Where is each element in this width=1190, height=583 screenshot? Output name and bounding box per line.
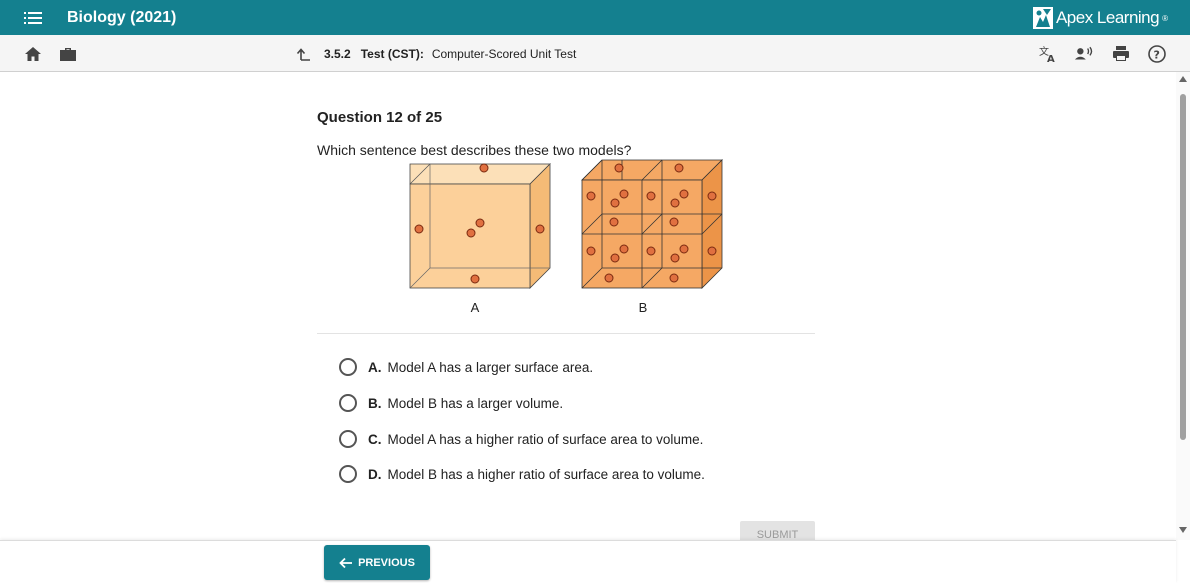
question-text: Which sentence best describes these two … bbox=[317, 142, 632, 158]
top-bar: Biology (2021) Apex Learning ® bbox=[0, 0, 1190, 35]
model-a-cube bbox=[409, 163, 551, 289]
course-title: Biology (2021) bbox=[67, 9, 177, 26]
arrow-left-icon bbox=[339, 557, 353, 568]
lesson-type: Test (CST): bbox=[360, 47, 424, 61]
up-arrow-icon[interactable] bbox=[296, 46, 312, 62]
brand-name: Apex Learning bbox=[1055, 8, 1160, 27]
apex-logo-icon bbox=[1032, 7, 1053, 29]
choice-letter: C. bbox=[368, 431, 382, 447]
previous-label: PREVIOUS bbox=[358, 556, 415, 569]
apex-learning-logo: Apex Learning ® bbox=[1032, 6, 1168, 30]
choice-letter: B. bbox=[368, 395, 382, 411]
model-b-label: B bbox=[639, 300, 648, 315]
activity-toolbar: 3.5.2 Test (CST): Computer-Scored Unit T… bbox=[0, 35, 1190, 72]
choice-text: Model B has a larger volume. bbox=[387, 395, 564, 411]
svg-text:?: ? bbox=[1154, 49, 1160, 62]
read-aloud-icon[interactable] bbox=[1074, 44, 1094, 64]
radio-button[interactable] bbox=[339, 430, 357, 448]
scrollbar[interactable] bbox=[1176, 72, 1190, 540]
menu-icon[interactable] bbox=[24, 11, 42, 25]
briefcase-icon[interactable] bbox=[58, 44, 78, 64]
choice-text: Model B has a higher ratio of surface ar… bbox=[387, 466, 705, 482]
choice-text: Model A has a higher ratio of surface ar… bbox=[387, 431, 704, 447]
previous-button[interactable]: PREVIOUS bbox=[324, 545, 430, 580]
model-b-cube bbox=[581, 159, 723, 289]
brand-mark: ® bbox=[1162, 13, 1168, 23]
home-icon[interactable] bbox=[23, 44, 43, 64]
model-a-label: A bbox=[471, 300, 480, 315]
scroll-thumb[interactable] bbox=[1180, 94, 1186, 440]
help-icon[interactable]: ? bbox=[1147, 44, 1167, 64]
lesson-number: 3.5.2 bbox=[324, 47, 351, 61]
divider bbox=[317, 333, 815, 334]
answer-choice-d[interactable]: D. Model B has a higher ratio of surface… bbox=[339, 465, 705, 483]
radio-button[interactable] bbox=[339, 465, 357, 483]
breadcrumb: 3.5.2 Test (CST): Computer-Scored Unit T… bbox=[296, 46, 576, 62]
answer-choice-c[interactable]: C. Model A has a higher ratio of surface… bbox=[339, 430, 703, 448]
choice-letter: D. bbox=[368, 466, 382, 482]
svg-text:A: A bbox=[1047, 54, 1055, 64]
translate-icon[interactable]: 文 A bbox=[1038, 44, 1058, 64]
lesson-name: Computer-Scored Unit Test bbox=[431, 47, 577, 61]
scroll-down-arrow-icon[interactable] bbox=[1179, 527, 1187, 533]
print-icon[interactable] bbox=[1111, 44, 1131, 64]
scroll-up-arrow-icon[interactable] bbox=[1179, 76, 1187, 82]
answer-choice-b[interactable]: B. Model B has a larger volume. bbox=[339, 394, 563, 412]
cube-models-figure: A B bbox=[409, 159, 723, 315]
question-number: Question 12 of 25 bbox=[317, 109, 443, 126]
choice-text: Model A has a larger surface area. bbox=[387, 359, 594, 375]
choice-letter: A. bbox=[368, 359, 382, 375]
footer-nav: PREVIOUS bbox=[0, 540, 1176, 583]
answer-choice-a[interactable]: A. Model A has a larger surface area. bbox=[339, 358, 593, 376]
radio-button[interactable] bbox=[339, 358, 357, 376]
radio-button[interactable] bbox=[339, 394, 357, 412]
